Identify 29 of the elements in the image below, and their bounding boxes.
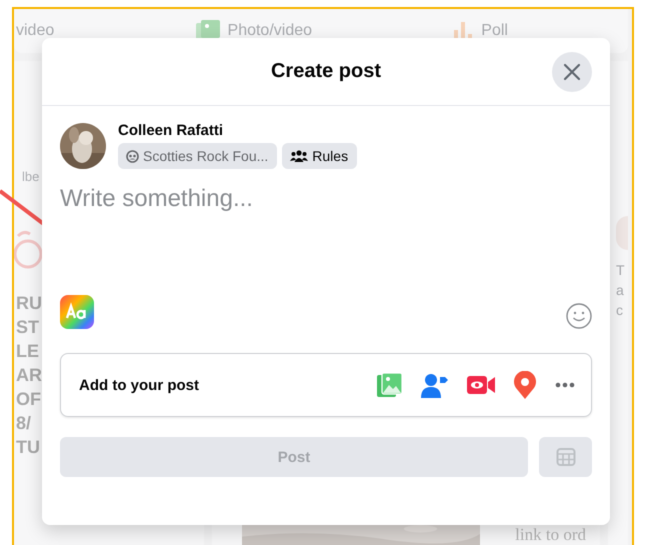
- poster-text: LE: [16, 340, 40, 363]
- post-text: c: [616, 301, 624, 320]
- add-to-post-label: Add to your post: [79, 376, 199, 394]
- poster-text: TU: [16, 436, 40, 459]
- composer-action[interactable]: video: [16, 22, 54, 40]
- post-text: a: [616, 281, 625, 300]
- poster-text: RU: [16, 292, 42, 315]
- author-name: lbe: [22, 169, 40, 184]
- photo-icon[interactable]: [377, 372, 403, 398]
- video-camera-icon[interactable]: [467, 374, 495, 396]
- close-icon: [563, 63, 581, 81]
- poster-text: 8/: [16, 412, 32, 435]
- link[interactable]: link to ord: [515, 525, 586, 545]
- text-style-icon[interactable]: [60, 295, 94, 329]
- dialog-title: Create post: [270, 60, 382, 83]
- audience-chip[interactable]: Scotties Rock Fou...: [118, 143, 278, 169]
- close-button[interactable]: [552, 52, 592, 92]
- smiley-icon[interactable]: [566, 303, 592, 329]
- people-icon: [290, 150, 308, 162]
- post-text: T: [616, 261, 626, 280]
- person-tag-icon[interactable]: [421, 372, 449, 398]
- more-icon[interactable]: [555, 382, 575, 388]
- author-name: Colleen Rafatti: [118, 122, 224, 139]
- calendar-icon: [556, 447, 576, 467]
- poster-text: OF: [16, 388, 41, 411]
- audience-chip[interactable]: Rules: [282, 143, 358, 169]
- poster-text: AR: [16, 364, 42, 387]
- location-pin-icon[interactable]: [513, 371, 537, 399]
- poster-text: ST: [16, 316, 40, 339]
